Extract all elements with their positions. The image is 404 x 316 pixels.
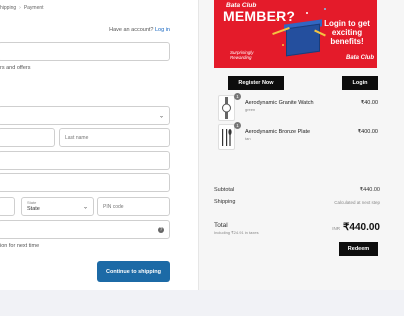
shipping-label: Shipping [214,199,236,205]
checkout-form-panel: hipping › Payment Have an account? Log in … [0,0,198,290]
chevron-right-icon: › [19,5,21,11]
item-name: Aerodynamic Granite Watch [245,100,314,106]
item-name: Aerodynamic Bronze Plate [245,129,311,135]
subtotal-row: Subtotal ₹440.00 [214,187,380,193]
cart-item[interactable]: 1 Aerodynamic Granite Watch green ₹40.00 [218,93,383,123]
confetti [282,44,284,46]
account-question: Have an account? [109,27,154,33]
confetti [276,18,278,20]
currency-code: INR [332,226,341,231]
state-label: State [27,200,37,205]
total-amount: INR ₹440.00 [332,222,380,233]
pin-code-field[interactable]: PIN code [97,197,170,216]
breadcrumb-payment[interactable]: Payment [24,5,44,11]
confetti [324,8,326,10]
shipping-row: Shipping Calculated at next step [214,199,380,205]
subtotal-label: Subtotal [214,187,235,193]
state-select[interactable]: State State ⌄ [21,197,94,216]
banner-headline: MEMBER? [223,8,296,24]
account-prompt: Have an account? Log in [109,27,170,33]
chevron-down-icon: ⌄ [158,113,164,119]
help-icon[interactable]: ? [158,226,164,233]
cutlery-thumbnail [218,124,235,150]
total-row: Total Including ₹24.91 in taxes INR ₹440.… [214,222,380,235]
country-select[interactable]: ⌄ [0,106,170,125]
bata-club-banner[interactable]: Bata Club MEMBER? Login to get exciting … [214,0,377,68]
last-name-field[interactable]: Last name [59,128,170,147]
address-field[interactable] [0,173,170,192]
shipping-value: Calculated at next step [334,200,380,205]
phone-field[interactable]: ? [0,220,170,239]
breadcrumb-shipping[interactable]: hipping [0,5,16,11]
login-link[interactable]: Log in [155,27,170,33]
login-button[interactable]: Login [342,76,378,90]
banner-tagline: Surprisingly Rewarding [230,50,254,60]
breadcrumb: hipping › Payment [0,5,44,11]
quantity-badge: 1 [234,122,241,129]
item-price: ₹400.00 [357,129,378,135]
cart-item[interactable]: 1 Aerodynamic Bronze Plate tan ₹400.00 [218,122,383,152]
banner-promo-text: Login to get exciting benefits! [324,19,370,46]
item-variant: tan [245,136,251,141]
state-value: State [27,206,40,212]
offers-checkbox-label[interactable]: rs and offers [0,65,30,71]
cutlery-icon [222,129,232,146]
save-info-checkbox-label[interactable]: ion for next time [0,243,39,249]
tagline-line-2: Rewarding [230,55,252,60]
order-summary-panel: Bata Club MEMBER? Login to get exciting … [198,0,404,290]
city-field[interactable] [0,197,15,216]
email-field[interactable] [0,42,170,61]
confetti [306,12,308,14]
chevron-down-icon: ⌄ [82,204,88,210]
item-price: ₹40.00 [360,100,378,106]
company-field[interactable] [0,151,170,170]
continue-to-shipping-button[interactable]: Continue to shipping [97,261,170,282]
watch-thumbnail [218,95,235,121]
first-name-field[interactable] [0,128,55,147]
register-now-button[interactable]: Register Now [228,76,284,90]
watch-icon [222,97,231,119]
quantity-badge: 1 [234,93,241,100]
subtotal-value: ₹440.00 [359,187,380,193]
bata-club-logo: Bata Club [346,55,375,61]
last-name-placeholder: Last name [65,134,89,141]
pin-code-placeholder: PIN code [103,203,124,210]
total-value: ₹440.00 [343,222,380,233]
item-variant: green [245,107,256,112]
redeem-button[interactable]: Redeem [339,242,378,256]
